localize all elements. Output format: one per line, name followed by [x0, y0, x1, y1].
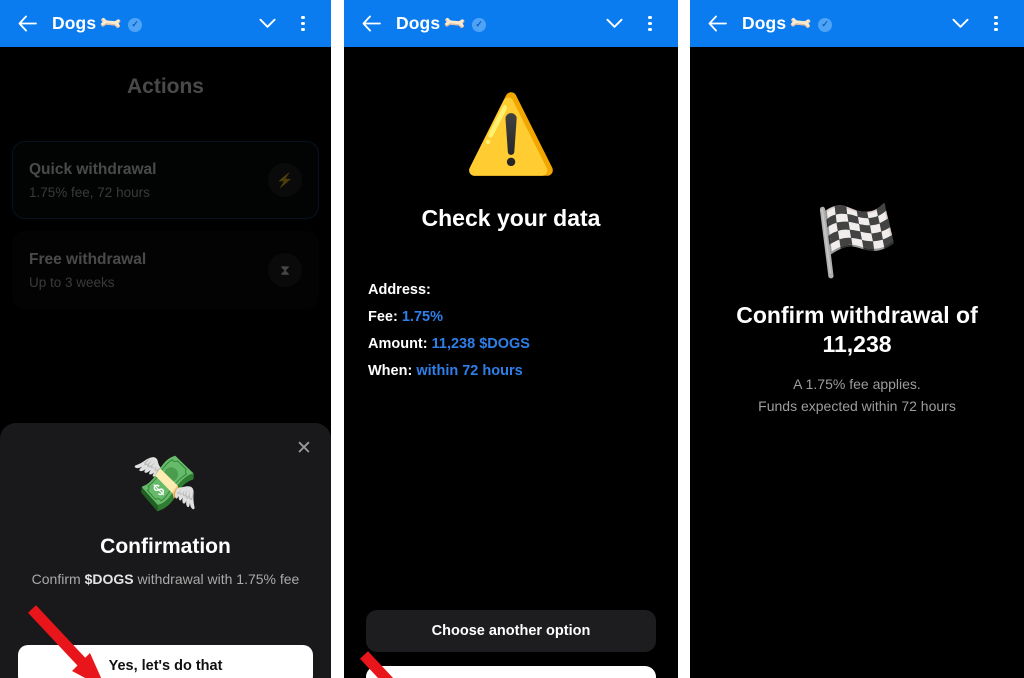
screen3-subtitle-line1: A 1.75% fee applies. [793, 375, 921, 392]
detail-row-address: Address: [368, 282, 656, 298]
back-button[interactable] [358, 11, 384, 37]
panel-gap-2 [678, 0, 690, 678]
chat-title[interactable]: Dogs 🦴 ✓ [742, 10, 833, 37]
chevron-down-button[interactable] [253, 10, 281, 38]
close-icon[interactable]: ✕ [291, 435, 317, 461]
sheet-subtitle-token: $DOGS [84, 571, 134, 587]
detail-row-fee: Fee: 1.75% [368, 309, 656, 325]
app-header-2: Dogs 🦴 ✓ [344, 0, 678, 47]
screen3-title: Confirm withdrawal of 11,238 [736, 302, 978, 358]
yes-lets-do-that-button[interactable]: Yes, let's do that [18, 645, 313, 678]
more-menu-button[interactable] [289, 10, 317, 38]
option-title: Quick withdrawal [29, 160, 157, 178]
more-vertical-icon [648, 15, 652, 32]
arrow-left-icon [362, 15, 381, 32]
screen-actions: Dogs 🦴 ✓ Actions Quick withdrawal 1.75% … [0, 0, 331, 678]
detail-value: 1.75% [401, 309, 443, 325]
detail-label: Address: [368, 282, 431, 298]
screenshot-strip: Dogs 🦴 ✓ Actions Quick withdrawal 1.75% … [0, 0, 1024, 678]
chat-title-text: Dogs [52, 13, 97, 33]
detail-label: Fee: [368, 309, 398, 325]
chat-title[interactable]: Dogs 🦴 ✓ [52, 10, 143, 37]
detail-label: When: [368, 363, 413, 379]
back-button[interactable] [14, 11, 40, 37]
verified-badge-icon: ✓ [818, 17, 833, 32]
option-quick-withdrawal[interactable]: Quick withdrawal 1.75% fee, 72 hours ⚡ [12, 141, 319, 219]
withdrawal-options-list: Quick withdrawal 1.75% fee, 72 hours ⚡ F… [0, 141, 331, 309]
screen3-subtitle-line2: Funds expected within 72 hours [758, 397, 956, 414]
dimmed-content-layer: Actions Quick withdrawal 1.75% fee, 72 h… [0, 75, 331, 309]
more-menu-button[interactable] [982, 10, 1010, 38]
chevron-down-icon [605, 18, 623, 28]
detail-value: within 72 hours [416, 363, 523, 379]
hourglass-icon: ⧗ [268, 253, 302, 287]
option-subtitle: 1.75% fee, 72 hours [29, 184, 150, 200]
back-button[interactable] [704, 11, 730, 37]
option-text: Free withdrawal Up to 3 weeks [29, 251, 146, 290]
arrow-left-icon [18, 15, 37, 32]
detail-value: 11,238 $DOGS [431, 336, 530, 352]
more-menu-button[interactable] [636, 10, 664, 38]
arrow-left-icon [708, 15, 727, 32]
screen2-body: ⚠️ Check your data Address: Fee: 1.75% A… [344, 97, 678, 678]
verified-badge-icon: ✓ [472, 17, 487, 32]
app-header-3: Dogs 🦴 ✓ [690, 0, 1024, 47]
screen-check-your-data: Dogs 🦴 ✓ ⚠️ Check your data Address: Fee… [344, 0, 678, 678]
verified-badge-icon: ✓ [128, 17, 143, 32]
lightning-icon: ⚡ [268, 163, 302, 197]
chevron-down-icon [258, 18, 276, 28]
detail-row-amount: Amount: 11,238 $DOGS [368, 336, 656, 352]
detail-row-when: When: within 72 hours [368, 363, 656, 379]
confirmation-bottom-sheet: ✕ 💸 Confirmation Confirm $DOGS withdrawa… [0, 423, 331, 678]
sheet-title: Confirmation [100, 535, 231, 558]
warning-triangle-emoji: ⚠️ [463, 92, 559, 177]
chevron-down-icon [951, 18, 969, 28]
option-free-withdrawal[interactable]: Free withdrawal Up to 3 weeks ⧗ [12, 231, 319, 309]
chevron-down-button[interactable] [946, 10, 974, 38]
more-vertical-icon [994, 15, 998, 32]
option-title: Free withdrawal [29, 250, 147, 268]
chat-title-text: Dogs [742, 13, 787, 33]
money-with-wings-emoji: 💸 [131, 454, 200, 514]
app-header-1: Dogs 🦴 ✓ [0, 0, 331, 47]
bone-emoji: 🦴 [98, 10, 125, 37]
bone-emoji: 🦴 [442, 10, 469, 37]
detail-label: Amount: [368, 336, 428, 352]
screen3-subtitle: A 1.75% fee applies. Funds expected with… [714, 374, 1000, 417]
more-vertical-icon [301, 15, 305, 32]
chevron-down-button[interactable] [600, 10, 628, 38]
bone-emoji: 🦴 [788, 10, 815, 37]
screen-confirm-withdrawal: Dogs 🦴 ✓ 🏁 Confirm withdrawal of 11,238 … [690, 0, 1024, 678]
choose-another-option-button[interactable]: Choose another option [366, 610, 656, 652]
sheet-subtitle-post: withdrawal with 1.75% fee [133, 571, 300, 587]
option-text: Quick withdrawal 1.75% fee, 72 hours [29, 161, 156, 200]
chat-title[interactable]: Dogs 🦴 ✓ [396, 10, 487, 37]
option-subtitle: Up to 3 weeks [29, 274, 115, 290]
withdrawal-details-list: Address: Fee: 1.75% Amount: 11,238 $DOGS… [366, 282, 656, 379]
looks-good-button[interactable]: Looks good [366, 666, 656, 678]
screen1-body: Actions Quick withdrawal 1.75% fee, 72 h… [0, 75, 331, 678]
page-title: Actions [126, 75, 204, 98]
screen3-body: 🏁 Confirm withdrawal of 11,238 A 1.75% f… [690, 207, 1024, 678]
screen2-title: Check your data [421, 205, 601, 231]
chequered-flag-emoji: 🏁 [814, 203, 900, 279]
panel-gap-1 [331, 0, 344, 678]
sheet-subtitle: Confirm $DOGS withdrawal with 1.75% fee [14, 571, 317, 587]
chat-title-text: Dogs [396, 13, 441, 33]
sheet-subtitle-pre: Confirm [31, 571, 85, 587]
